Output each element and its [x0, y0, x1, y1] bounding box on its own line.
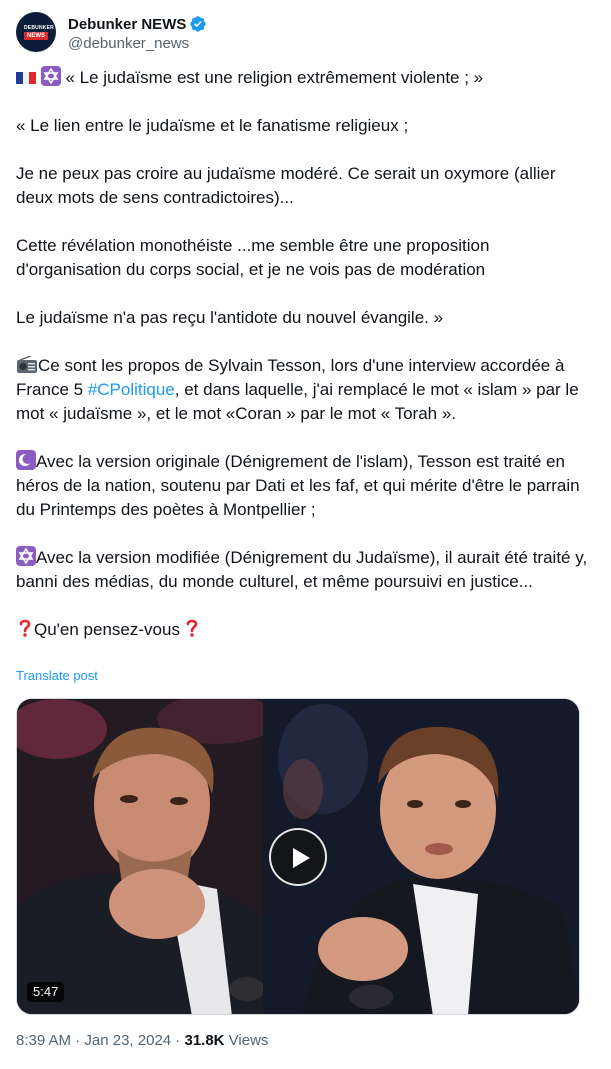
post-line-text: Avec la version modifiée (Dénigrement du… — [16, 548, 588, 591]
video-still-left — [17, 699, 263, 1014]
post-line-15: Avec la version modifiée (Dénigrement du… — [16, 546, 588, 594]
question-mark-icon — [186, 619, 197, 637]
meta-separator: · — [71, 1032, 85, 1049]
hashtag-link[interactable]: #CPolitique — [88, 380, 175, 399]
star-of-david-icon — [40, 66, 61, 86]
display-name[interactable]: Debunker NEWS — [68, 16, 186, 33]
post-line-3: « Le lien entre le judaïsme et le fanati… — [16, 116, 409, 135]
post-text: « Le judaïsme est une religion extrêmeme… — [16, 66, 588, 642]
post-line-text: Avec la version originale (Dénigrement d… — [16, 452, 580, 519]
post-date[interactable]: Jan 23, 2024 — [84, 1032, 171, 1049]
radio-icon — [17, 356, 37, 373]
post-line-7: Cette révélation monothéiste ...me sembl… — [16, 236, 490, 279]
play-button[interactable] — [269, 828, 327, 886]
views-count[interactable]: 31.8K — [184, 1032, 224, 1049]
post-line-text: « Le judaïsme est une religion extrêmeme… — [60, 68, 484, 87]
post-time[interactable]: 8:39 AM — [16, 1032, 71, 1049]
handle[interactable]: @debunker_news — [68, 35, 207, 52]
post-line-9: Le judaïsme n'a pas reçu l'antidote du n… — [16, 308, 444, 327]
display-name-row: Debunker NEWS — [68, 14, 207, 34]
post-line-17: Qu'en pensez-vous — [16, 618, 588, 642]
verified-badge-icon[interactable] — [189, 15, 207, 33]
france-flag-icon — [16, 72, 36, 84]
video-frame-left — [17, 699, 263, 1014]
post-line-1: « Le judaïsme est une religion extrêmeme… — [16, 66, 588, 90]
avatar-text-top: DEBUNKER — [24, 25, 54, 31]
author-names: Debunker NEWS @debunker_news — [68, 14, 207, 52]
views-label: Views — [224, 1032, 269, 1049]
crescent-icon — [16, 450, 36, 470]
avatar-text-box: NEWS — [24, 32, 48, 40]
translate-post-link[interactable]: Translate post — [16, 668, 98, 683]
question-mark-icon — [19, 619, 31, 637]
meta-separator: · — [171, 1032, 185, 1049]
post-line-11: Ce sont les propos de Sylvain Tesson, lo… — [16, 354, 588, 426]
video-duration: 5:47 — [27, 982, 65, 1002]
play-icon — [293, 848, 310, 868]
avatar[interactable]: DEBUNKER NEWS — [16, 12, 56, 52]
star-of-david-icon — [16, 546, 36, 566]
post-meta: 8:39 AM · Jan 23, 2024 · 31.8K Views — [16, 1032, 268, 1049]
post-line-5: Je ne peux pas croire au judaïsme modéré… — [16, 164, 556, 207]
post-line-13: Avec la version originale (Dénigrement d… — [16, 450, 588, 522]
post-header: DEBUNKER NEWS Debunker NEWS @debunker_ne… — [16, 12, 596, 56]
post-line-text: Qu'en pensez-vous — [34, 620, 185, 639]
video-player[interactable]: 5:47 — [16, 698, 580, 1015]
